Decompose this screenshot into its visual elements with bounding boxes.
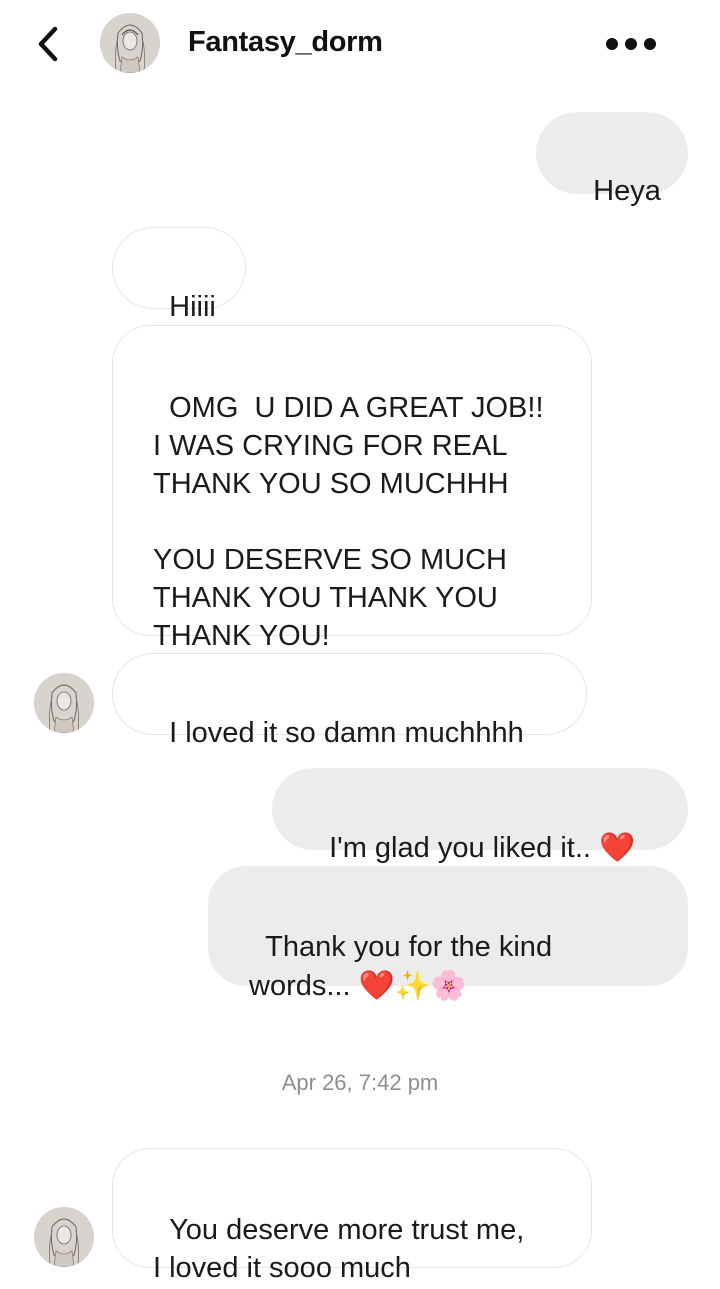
more-horizontal-icon (606, 38, 656, 50)
message-bubble-outgoing[interactable]: I'm glad you liked it.. ❤️ (272, 768, 688, 864)
chat-header: Fantasy_dorm (0, 0, 720, 88)
sender-avatar[interactable] (34, 1207, 94, 1267)
conversation-title[interactable]: Fantasy_dorm (188, 26, 383, 59)
heart-emoji: ❤️ (358, 968, 395, 1002)
message-bubble-incoming[interactable]: I loved it so damn muchhhh (112, 653, 587, 749)
message-bubble-incoming[interactable]: OMG U DID A GREAT JOB!! I WAS CRYING FOR… (112, 325, 592, 652)
message-text: You deserve more trust me, I loved it so… (153, 1214, 525, 1284)
message-bubble-incoming[interactable]: You deserve more trust me, I loved it so… (112, 1148, 592, 1284)
heart-emoji: ❤️ (599, 830, 636, 864)
message-text: I'm glad you liked it.. (329, 832, 600, 864)
message-bubble-incoming[interactable]: Hiiii (112, 227, 246, 323)
chevron-left-icon (38, 26, 58, 62)
message-text: OMG U DID A GREAT JOB!! I WAS CRYING FOR… (153, 392, 544, 652)
sender-avatar[interactable] (34, 673, 94, 733)
cherry-blossom-emoji: 🌸 (430, 968, 467, 1002)
more-options-button[interactable] (600, 28, 662, 60)
message-bubble-outgoing[interactable]: Heya (536, 112, 688, 207)
sparkles-emoji: ✨ (394, 968, 431, 1002)
message-text: Hiiii (169, 291, 216, 323)
message-bubble-outgoing[interactable]: Thank you for the kind words... ❤️✨🌸 (208, 866, 688, 1002)
message-text: I loved it so damn muchhhh (169, 717, 524, 749)
back-button[interactable] (28, 22, 68, 66)
message-text: Heya (593, 175, 661, 207)
message-timestamp: Apr 26, 7:42 pm (281, 1070, 439, 1095)
contact-avatar[interactable] (100, 13, 160, 73)
